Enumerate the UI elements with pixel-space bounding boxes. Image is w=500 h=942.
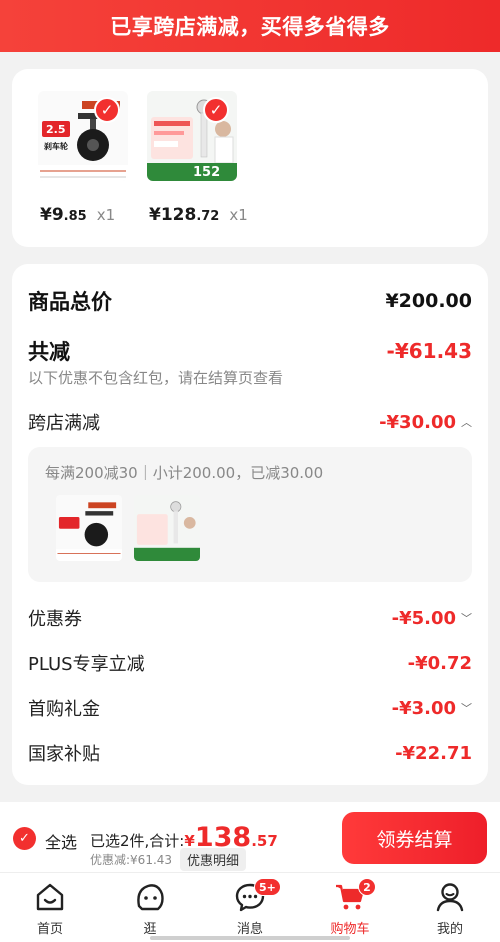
cart-badge: 2 (358, 878, 376, 896)
product-quantity: x1 (96, 206, 116, 224)
firstbuy-label: 首购礼金 (28, 699, 100, 720)
cart-icon: 2 (334, 878, 376, 912)
tab-cart-label: 购物车 (330, 922, 370, 937)
plus-label: PLUS专享立减 (28, 654, 145, 675)
product-thumbnail[interactable]: 152 ✓ (147, 91, 237, 181)
total-decimal: .57 (251, 832, 278, 850)
coupon-value: -¥5.00 (391, 607, 456, 629)
product-price-dec: .72 (196, 209, 220, 224)
product-price-dec: .85 (63, 209, 87, 224)
product-price-int: ¥128 (149, 205, 197, 225)
discount-line: 优惠减:¥61.43 优惠明细 (90, 848, 247, 871)
discount-detail-button[interactable]: 优惠明细 (180, 848, 247, 871)
total-discount-label: 共减 (28, 340, 70, 364)
crossstore-row[interactable]: 跨店满减 -¥30.00 ︿ (28, 409, 472, 435)
firstbuy-row[interactable]: 首购礼金 -¥3.00 ﹀ (28, 695, 472, 721)
tab-home-label: 首页 (36, 922, 63, 937)
plus-value: -¥0.72 (407, 652, 472, 674)
bottom-tab-bar: 首页 逛 5+ 消息 2 购物车 我的 (0, 872, 500, 942)
price-summary-card: 商品总价 ¥200.00 共减 -¥61.43 以下优惠不包含红包，请在结算页查… (12, 264, 488, 785)
discount-note: 以下优惠不包含红包，请在结算页查看 (28, 369, 284, 387)
promo-banner-text: 已享跨店满减，买得多省得多 (110, 15, 390, 39)
chevron-down-icon[interactable]: ﹀ (461, 700, 472, 716)
tab-browse-label: 逛 (143, 922, 157, 937)
svg-text:2.5: 2.5 (46, 123, 66, 136)
home-indicator (150, 936, 350, 940)
chevron-up-icon[interactable]: ︿ (461, 414, 472, 430)
tab-messages-label: 消息 (236, 922, 263, 937)
svg-text:152: 152 (193, 165, 220, 180)
product-item[interactable]: 2.5 刹车轮 ✓ (38, 91, 128, 181)
coupon-label: 优惠券 (28, 609, 82, 630)
svg-text:刹车轮: 刹车轮 (44, 141, 68, 151)
crossstore-label: 跨店满减 (28, 413, 100, 434)
product-price: ¥128 .72 x1 (149, 205, 248, 225)
crossstore-value: -¥30.00 (379, 411, 456, 433)
subsidy-label: 国家补贴 (28, 744, 100, 765)
message-badge: 5+ (254, 878, 281, 896)
product-quantity: x1 (229, 206, 248, 224)
checkout-bar: ✓ 全选 已选2件,合计: ¥138.57 优惠减:¥61.43 优惠明细 领券… (0, 802, 500, 872)
chevron-down-icon[interactable]: ﹀ (461, 610, 472, 626)
subtotal-row: 商品总价 ¥200.00 (28, 286, 472, 316)
product-thumbnail[interactable]: 2.5 刹车轮 ✓ (38, 91, 128, 181)
browse-face-icon (134, 882, 166, 912)
home-icon (34, 882, 66, 912)
firstbuy-value: -¥3.00 (391, 697, 456, 719)
total-discount-value: -¥61.43 (386, 339, 472, 363)
crossstore-detail-text: 每满200减30｜小计200.00，已减30.00 (45, 464, 324, 482)
select-all-check-icon[interactable]: ✓ (13, 827, 36, 850)
total-discount-row: 共减 -¥61.43 (28, 336, 472, 366)
tab-profile-label: 我的 (436, 922, 463, 937)
tab-cart[interactable]: 2 购物车 (300, 873, 400, 942)
selected-check-icon[interactable]: ✓ (94, 97, 120, 123)
tab-profile[interactable]: 我的 (400, 873, 500, 942)
tab-messages[interactable]: 5+ 消息 (200, 873, 300, 942)
plus-row: PLUS专享立减 -¥0.72 (28, 650, 472, 676)
subsidy-value: -¥22.71 (395, 742, 472, 764)
profile-icon (434, 882, 466, 912)
promo-banner: 已享跨店满减，买得多省得多 (0, 0, 500, 52)
product-mini-thumbnail (56, 495, 122, 561)
crossstore-detail-box: 每满200减30｜小计200.00，已减30.00 (28, 447, 472, 582)
subtotal-label: 商品总价 (28, 290, 112, 314)
checkout-button[interactable]: 领券结算 (342, 812, 487, 864)
selected-products-card: 2.5 刹车轮 ✓ ¥9 .85 x1 152 ✓ ¥128 .72 x1 (12, 69, 488, 247)
product-mini-thumbnail (134, 495, 200, 561)
subsidy-row: 国家补贴 -¥22.71 (28, 740, 472, 766)
product-price-int: ¥9 (40, 205, 64, 225)
discount-amount-text: 优惠减:¥61.43 (90, 853, 173, 867)
message-icon: 5+ (234, 878, 281, 912)
select-all-label[interactable]: 全选 (45, 829, 77, 853)
product-price: ¥9 .85 x1 (40, 205, 115, 225)
tab-browse[interactable]: 逛 (100, 873, 200, 942)
product-item[interactable]: 152 ✓ (147, 91, 237, 181)
selected-check-icon[interactable]: ✓ (203, 97, 229, 123)
coupon-row[interactable]: 优惠券 -¥5.00 ﹀ (28, 605, 472, 631)
tab-home[interactable]: 首页 (0, 873, 100, 942)
subtotal-value: ¥200.00 (385, 290, 472, 312)
